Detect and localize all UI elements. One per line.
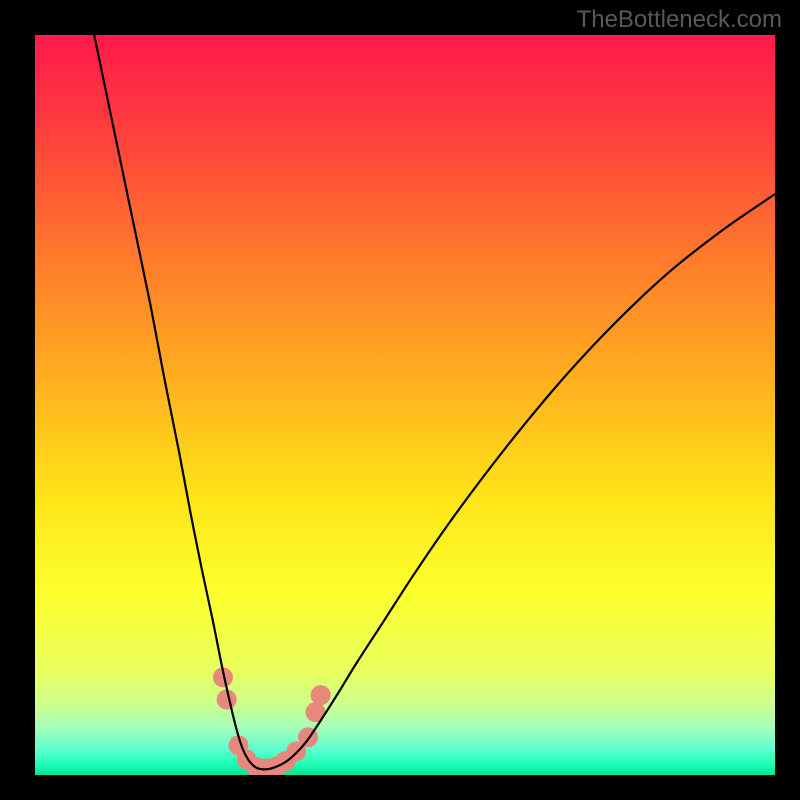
chart-frame: TheBottleneck.com (0, 0, 800, 800)
watermark-text: TheBottleneck.com (577, 6, 782, 34)
bottleneck-chart (35, 35, 775, 775)
plot-area (35, 35, 775, 775)
highlight-dot (311, 685, 331, 705)
gradient-background (35, 35, 775, 775)
